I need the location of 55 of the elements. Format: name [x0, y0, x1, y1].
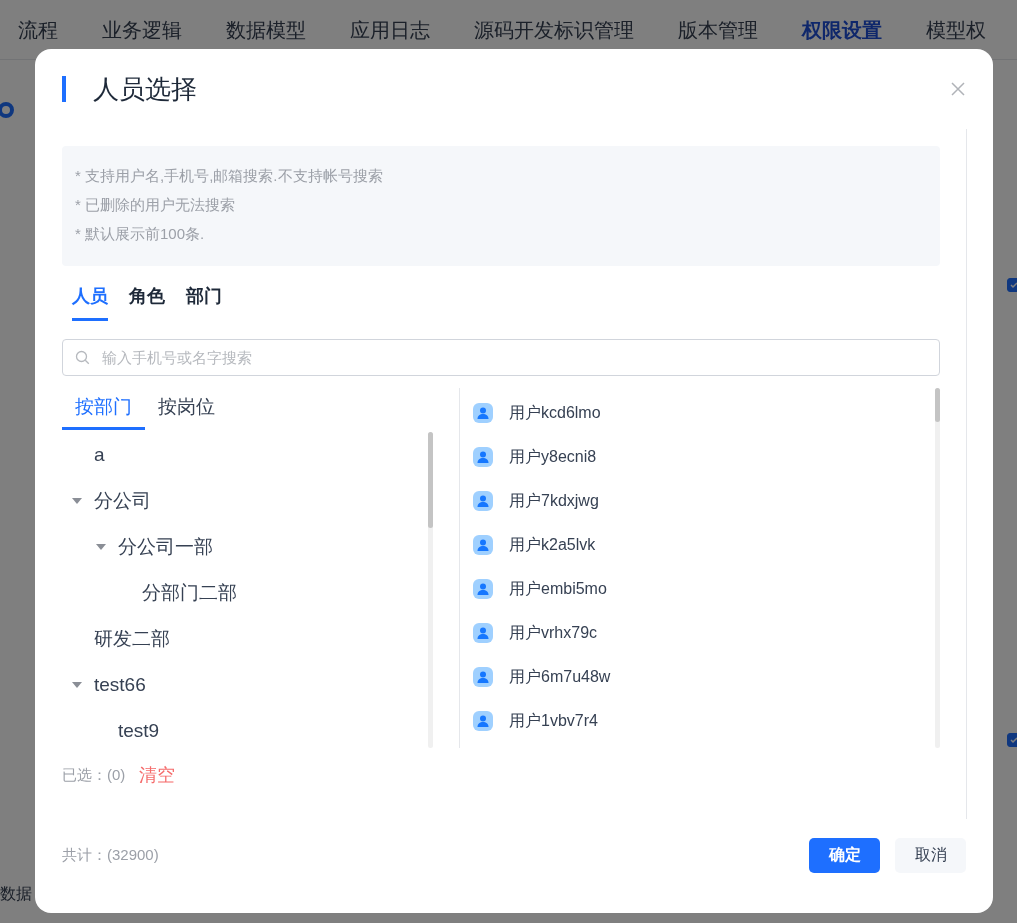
tab[interactable]: 角色: [129, 283, 165, 321]
dialog-title: 人员选择: [93, 72, 198, 106]
total-count: 共计：(32900): [62, 844, 160, 865]
title-bar-accent: [62, 76, 66, 102]
tree-item[interactable]: 研发二部: [94, 624, 170, 654]
user-name[interactable]: 用户kcd6lmo: [509, 401, 601, 425]
checkbox[interactable]: [1007, 278, 1017, 292]
user-icon: [473, 711, 493, 731]
user-name[interactable]: 用户vrhx79c: [509, 621, 598, 645]
nav-tab[interactable]: 业务逻辑: [102, 14, 182, 45]
caret-icon[interactable]: [72, 682, 82, 688]
nav-tab[interactable]: 数据模型: [226, 14, 306, 45]
note-text: * 已删除的用户无法搜索: [75, 195, 236, 215]
tree-item[interactable]: 分公司一部: [118, 532, 213, 562]
user-name[interactable]: 用户6m7u48w: [509, 665, 611, 689]
tab[interactable]: 人员: [72, 283, 108, 321]
nav-tab[interactable]: 流程: [18, 14, 58, 45]
user-icon: [473, 667, 493, 687]
group-tab[interactable]: 按部门: [62, 388, 145, 430]
user-icon: [473, 579, 493, 599]
nav-tab[interactable]: 源码开发标识管理: [474, 14, 634, 45]
group-tab[interactable]: 按岗位: [145, 388, 228, 430]
scrollbar-thumb[interactable]: [428, 432, 433, 528]
tree-item[interactable]: 分公司: [94, 486, 151, 516]
tab[interactable]: 部门: [186, 283, 222, 321]
caret-icon[interactable]: [72, 498, 82, 504]
note-text: * 默认展示前100条.: [75, 224, 206, 244]
search-icon: [75, 350, 90, 365]
cancel-button[interactable]: 取消: [895, 837, 966, 873]
user-name[interactable]: 用户k2a5lvk: [509, 533, 596, 557]
user-name[interactable]: 用户y8ecni8: [509, 445, 597, 469]
user-icon: [473, 403, 493, 423]
nav-tab[interactable]: 版本管理: [678, 14, 758, 45]
close-icon[interactable]: [951, 82, 965, 96]
scrollbar-thumb[interactable]: [935, 388, 940, 422]
row-label: 数据: [0, 884, 32, 904]
checkbox[interactable]: [1007, 733, 1017, 747]
caret-icon[interactable]: [96, 544, 106, 550]
user-icon: [473, 623, 493, 643]
nav-tab[interactable]: 模型权: [926, 14, 986, 45]
selected-count: 已选：(0): [62, 765, 126, 786]
user-name[interactable]: 用户7kdxjwg: [509, 489, 599, 513]
tree-item[interactable]: a: [94, 440, 105, 470]
note-text: * 支持用户名,手机号,邮箱搜索.不支持帐号搜索: [75, 166, 384, 186]
user-name[interactable]: 用户1vbv7r4: [509, 709, 598, 733]
user-icon: [473, 491, 493, 511]
tree-item[interactable]: test66: [94, 670, 146, 700]
tree-item[interactable]: test9: [118, 716, 160, 746]
tree-item[interactable]: 分部门二部: [142, 578, 237, 608]
nav-tab[interactable]: 应用日志: [350, 14, 430, 45]
user-icon: [473, 535, 493, 555]
search-field[interactable]: 输入手机号或名字搜索: [62, 339, 940, 376]
user-name[interactable]: 用户embi5mo: [509, 577, 607, 601]
user-icon: [473, 447, 493, 467]
confirm-button[interactable]: 确定: [809, 837, 880, 873]
